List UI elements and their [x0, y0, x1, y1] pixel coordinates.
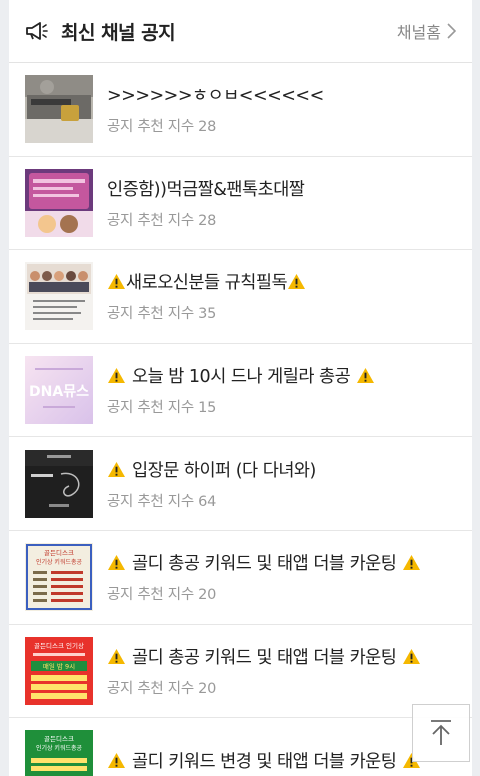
thumbnail-text: DNA뮤스: [29, 384, 89, 400]
post-score: 공지 추천 지수 28: [107, 212, 217, 229]
post-score: 공지 추천 지수 35: [107, 306, 217, 323]
post-score: 공지 추천 지수 28: [107, 119, 217, 136]
warning-icon: [108, 274, 125, 290]
chevron-right-icon: [447, 23, 456, 39]
post-thumbnail: [25, 449, 93, 518]
post-title: 골디 총공 키워드 및 태앱 더블 카운팅: [107, 644, 456, 669]
warning-icon: [108, 752, 125, 769]
warning-icon: [403, 648, 421, 664]
thumbnail-text: 골든디스크: [44, 548, 74, 557]
post-score: 공지 추천 지수 20: [107, 587, 217, 604]
notice-item[interactable]: >>>>>>ㅎㅇㅂ<<<<<< 공지 추천 지수 28: [9, 63, 472, 157]
card-header: 최신 채널 공지 채널홈: [9, 0, 472, 63]
post-score: 공지 추천 지수 20: [107, 680, 217, 697]
thumbnail-text: 인기상 키워드총공: [36, 744, 83, 752]
scroll-to-top-button[interactable]: [412, 704, 470, 762]
notice-item[interactable]: 골든디스크 인기상 매일 밤 9시 골디 총공 키워드 및 태앱 더블 카운팅 …: [9, 625, 472, 719]
notice-item[interactable]: 인증함))먹금짤&팬톡초대짤 공지 추천 지수 28: [9, 157, 472, 251]
channel-home-label: 채널홈: [396, 23, 441, 42]
post-title: 오늘 밤 10시 드나 게릴라 총공: [107, 363, 456, 388]
thumbnail-text: 골든디스크 인기상: [34, 641, 84, 650]
post-thumbnail: 골든디스크 인기상 키워드총공: [25, 543, 93, 612]
post-title: >>>>>>ㅎㅇㅂ<<<<<<: [107, 86, 324, 107]
notice-card: 최신 채널 공지 채널홈 >>>>>>ㅎㅇㅂ<<<<<< 공지 추천 지수 28…: [9, 0, 472, 776]
notice-item[interactable]: 새로오신분들 규칙필독 공지 추천 지수 35: [9, 250, 472, 344]
post-text: 골디 키워드 변경 및 태앱 더블 카운팅: [107, 748, 456, 776]
post-thumbnail: [25, 168, 93, 237]
post-thumbnail: 골든디스크 인기상 키워드총공: [25, 730, 93, 776]
arrow-up-icon: [431, 720, 451, 745]
post-title: 새로오신분들 규칙필독: [107, 269, 456, 294]
post-thumbnail: [25, 75, 93, 144]
warning-icon: [108, 648, 125, 664]
notice-item[interactable]: 입장문 하이퍼 (다 다녀와) 공지 추천 지수 64: [9, 437, 472, 531]
post-text: >>>>>>ㅎㅇㅂ<<<<<< 공지 추천 지수 28: [107, 82, 456, 136]
post-title: 인증함))먹금짤&팬톡초대짤: [107, 179, 305, 200]
megaphone-icon: [25, 20, 51, 42]
thumbnail-text: 골든디스크: [44, 734, 74, 743]
thumbnail-text: 매일 밤 9시: [43, 661, 75, 670]
post-title: 입장문 하이퍼 (다 다녀와): [107, 457, 456, 482]
post-score: 공지 추천 지수 64: [107, 493, 217, 510]
warning-icon: [403, 555, 421, 571]
notice-item[interactable]: DNA뮤스 오늘 밤 10시 드나 게릴라 총공 공지 추천 지수 15: [9, 344, 472, 438]
warning-icon: [357, 368, 375, 384]
warning-icon: [108, 555, 125, 571]
warning-icon: [288, 274, 306, 290]
post-thumbnail: DNA뮤스: [25, 356, 93, 425]
notice-item[interactable]: 골든디스크 인기상 키워드총공 골디 총공 키워드 및 태앱 더블 카운팅 공지…: [9, 531, 472, 625]
post-text: 인증함))먹금짤&팬톡초대짤 공지 추천 지수 28: [107, 176, 456, 230]
post-score: 공지 추천 지수 15: [107, 400, 217, 417]
post-text: 입장문 하이퍼 (다 다녀와) 공지 추천 지수 64: [107, 457, 456, 511]
post-text: 골디 총공 키워드 및 태앱 더블 카운팅 공지 추천 지수 20: [107, 550, 456, 604]
post-text: 골디 총공 키워드 및 태앱 더블 카운팅 공지 추천 지수 20: [107, 644, 456, 698]
post-title: 골디 총공 키워드 및 태앱 더블 카운팅: [107, 550, 456, 575]
post-title: 골디 키워드 변경 및 태앱 더블 카운팅: [107, 748, 456, 773]
channel-home-link[interactable]: 채널홈: [397, 19, 456, 43]
post-thumbnail: 골든디스크 인기상 매일 밤 9시: [25, 636, 93, 705]
post-thumbnail: [25, 262, 93, 331]
card-title: 최신 채널 공지: [61, 21, 176, 44]
warning-icon: [108, 368, 125, 384]
post-text: 새로오신분들 규칙필독 공지 추천 지수 35: [107, 269, 456, 323]
thumbnail-text: 인기상 키워드총공: [36, 558, 83, 566]
post-text: 오늘 밤 10시 드나 게릴라 총공 공지 추천 지수 15: [107, 363, 456, 417]
warning-icon: [108, 461, 125, 477]
notice-item[interactable]: 골든디스크 인기상 키워드총공 골디 키워드 변경 및 태앱 더블 카운팅: [9, 718, 472, 776]
